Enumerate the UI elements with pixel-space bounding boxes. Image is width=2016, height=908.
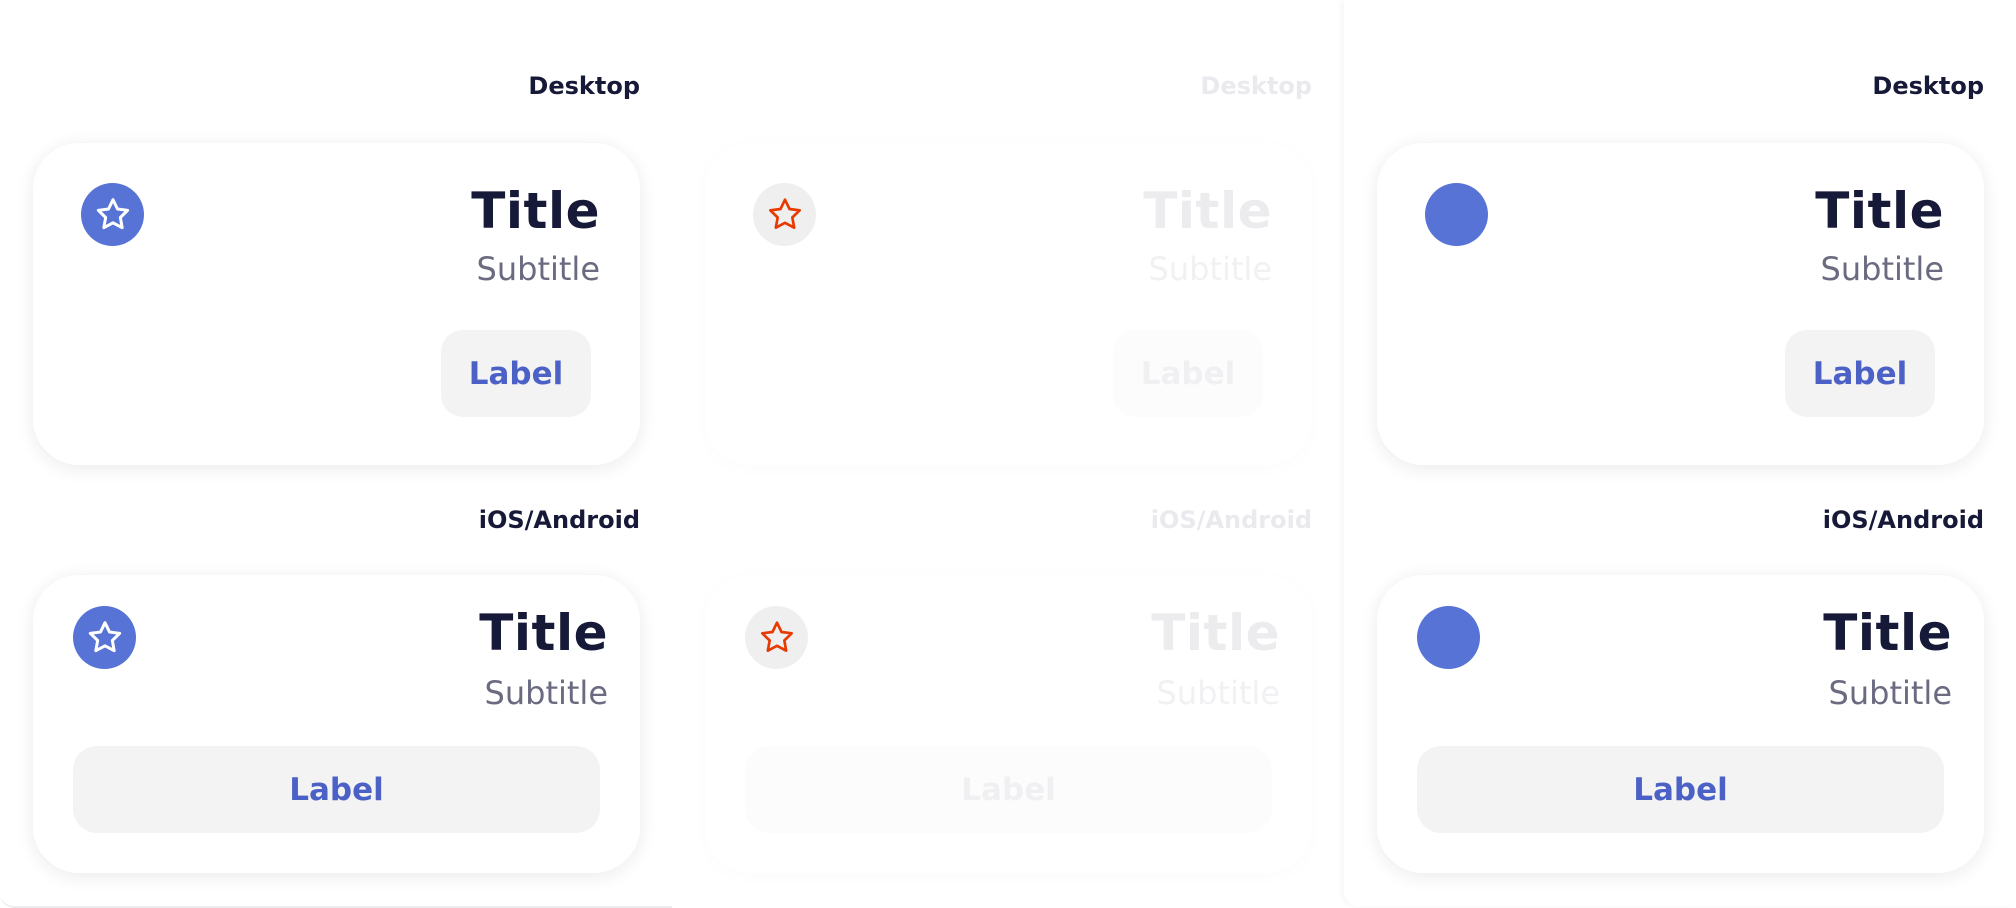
circle-avatar-icon xyxy=(1417,606,1480,669)
card-title: Title xyxy=(1151,604,1280,662)
card-title: Title xyxy=(1823,604,1952,662)
platform-label-mobile: iOS/Android xyxy=(1822,506,1984,534)
panel-circle-icon: Desktop Title Subtitle Label iOS/Android… xyxy=(1344,0,2016,906)
card-subtitle: Subtitle xyxy=(1828,674,1952,712)
platform-label-desktop: Desktop xyxy=(1872,72,1984,100)
card-action-button[interactable]: Label xyxy=(73,746,600,833)
panel-faded: Desktop Title Subtitle Label iOS/Android… xyxy=(672,0,1344,906)
card-mobile: Title Subtitle Label xyxy=(705,575,1312,873)
star-icon xyxy=(753,183,816,246)
card-desktop: Title Subtitle Label xyxy=(705,143,1312,465)
card-subtitle: Subtitle xyxy=(1156,674,1280,712)
card-mobile: Title Subtitle Label xyxy=(33,575,640,873)
circle-avatar-icon xyxy=(1425,183,1488,246)
star-icon xyxy=(81,183,144,246)
card-subtitle: Subtitle xyxy=(484,674,608,712)
card-action-button[interactable]: Label xyxy=(745,746,1272,833)
platform-label-mobile: iOS/Android xyxy=(478,506,640,534)
panel-default: Desktop Title Subtitle Label iOS/Android… xyxy=(0,0,672,908)
card-title: Title xyxy=(471,182,600,240)
card-subtitle: Subtitle xyxy=(1148,250,1272,288)
card-title: Title xyxy=(479,604,608,662)
card-action-button[interactable]: Label xyxy=(1785,330,1935,417)
card-desktop: Title Subtitle Label xyxy=(1377,143,1984,465)
card-desktop: Title Subtitle Label xyxy=(33,143,640,465)
card-subtitle: Subtitle xyxy=(1820,250,1944,288)
card-title: Title xyxy=(1143,182,1272,240)
card-action-button[interactable]: Label xyxy=(1113,330,1263,417)
card-subtitle: Subtitle xyxy=(476,250,600,288)
star-icon xyxy=(745,606,808,669)
star-icon xyxy=(73,606,136,669)
platform-label-desktop: Desktop xyxy=(528,72,640,100)
card-title: Title xyxy=(1815,182,1944,240)
platform-label-desktop: Desktop xyxy=(1200,72,1312,100)
card-action-button[interactable]: Label xyxy=(441,330,591,417)
platform-label-mobile: iOS/Android xyxy=(1150,506,1312,534)
card-mobile: Title Subtitle Label xyxy=(1377,575,1984,873)
card-action-button[interactable]: Label xyxy=(1417,746,1944,833)
